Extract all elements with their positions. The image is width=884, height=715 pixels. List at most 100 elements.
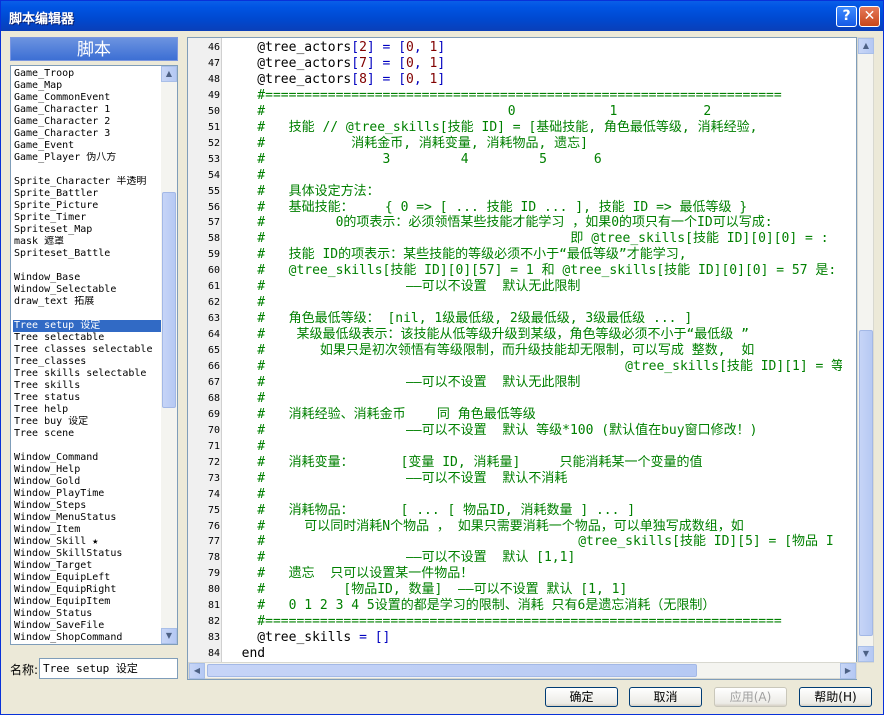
- script-list-item[interactable]: Window_Base: [13, 272, 161, 284]
- comment-line[interactable]: # 具体设定方法：: [226, 184, 379, 200]
- comment-line[interactable]: # 角色最低等级： [nil, 1级最低级, 2级最低级, 3级最低级 ... …: [226, 311, 692, 327]
- comment-line[interactable]: # ——可以不设置 默认无此限制: [226, 375, 580, 391]
- script-list-item[interactable]: Window_SaveFile: [13, 620, 161, 632]
- comment-line[interactable]: #: [226, 168, 265, 184]
- comment-line[interactable]: #: [226, 295, 265, 311]
- script-list-item[interactable]: Sprite_Battler: [13, 188, 161, 200]
- comment-line[interactable]: # 遗忘 只可以设置某一件物品！: [226, 566, 473, 582]
- editor-horizontal-scrollbar[interactable]: ◀ ▶: [188, 662, 857, 679]
- script-list-item[interactable]: draw_text 拓展: [13, 296, 161, 308]
- code-area[interactable]: @tree_actors[2] = [0, 1] @tree_actors[7]…: [222, 38, 842, 664]
- comment-line[interactable]: #: [226, 487, 265, 503]
- script-list-spacer[interactable]: [13, 260, 161, 272]
- script-list-item[interactable]: Window_Skill ★: [13, 536, 161, 548]
- comment-line[interactable]: # 消耗物品： [ ... [ 物品ID, 消耗数量 ] ... ]: [226, 503, 635, 519]
- comment-line[interactable]: #=======================================…: [226, 88, 781, 104]
- scroll-up-arrow-icon[interactable]: ▲: [161, 66, 177, 82]
- script-list-item[interactable]: Game_Character 1: [13, 104, 161, 116]
- comment-line[interactable]: # 消耗变量： [变量 ID, 消耗量] 只能消耗某一个变量的值: [226, 455, 702, 471]
- editor-horizontal-scroll-thumb[interactable]: [207, 664, 697, 677]
- script-list[interactable]: Game_Troop Game_Map Game_CommonEvent Game_C…: [10, 65, 178, 645]
- script-list-item[interactable]: Window_ShopCommand: [13, 632, 161, 644]
- code-line[interactable]: @tree_actors[2] = [0, 1]: [226, 40, 445, 56]
- script-list-item[interactable]: Sprite_Timer: [13, 212, 161, 224]
- script-list-item[interactable]: Window_MenuStatus: [13, 512, 161, 524]
- comment-line[interactable]: # 基础技能： { 0 => [ ... 技能 ID ... ], 技能 ID …: [226, 200, 747, 216]
- comment-line[interactable]: #: [226, 391, 265, 407]
- script-list-item[interactable]: Tree skills selectable: [13, 368, 161, 380]
- comment-line[interactable]: # 0 1 2: [226, 104, 711, 120]
- script-list-item[interactable]: Window_Selectable: [13, 284, 161, 296]
- help-button[interactable]: 帮助(H): [799, 687, 872, 707]
- script-list-scrollbar[interactable]: ▲ ▼: [161, 66, 177, 644]
- comment-line[interactable]: # ——可以不设置 默认无此限制: [226, 279, 580, 295]
- comment-line[interactable]: # 3 4 5 6: [226, 152, 601, 168]
- comment-line[interactable]: # @tree_skills[技能 ID][0][57] = 1 和 @tree…: [226, 263, 836, 279]
- script-list-item[interactable]: Window_Help: [13, 464, 161, 476]
- script-list-item[interactable]: Window_EquipItem: [13, 596, 161, 608]
- script-list-item[interactable]: Tree skills: [13, 380, 161, 392]
- script-list-item[interactable]: Tree scene: [13, 428, 161, 440]
- apply-button[interactable]: 应用(A): [714, 687, 787, 707]
- comment-line[interactable]: # 技能 // @tree_skills[技能 ID] = [基础技能, 角色最…: [226, 120, 757, 136]
- script-name-input[interactable]: Tree setup 设定: [39, 658, 178, 679]
- script-list-item[interactable]: mask 遮罩: [13, 236, 161, 248]
- comment-line[interactable]: # 0 1 2 3 4 5设置的都是学习的限制、消耗 只有6是遗忘消耗（无限制）: [226, 598, 715, 614]
- comment-line[interactable]: # ——可以不设置 默认 [1,1]: [226, 550, 575, 566]
- comment-line[interactable]: #=======================================…: [226, 614, 781, 630]
- script-list-scroll-thumb[interactable]: [162, 192, 176, 408]
- code-editor[interactable]: 46 47 48 49 50 51 52 53 54 55 56 57 58 59 60 61 62 63 64 65…: [187, 37, 857, 680]
- code-line[interactable]: @tree_skills = []: [226, 630, 390, 646]
- script-list-item[interactable]: Game_Map: [13, 80, 161, 92]
- script-list-item[interactable]: Window_Status: [13, 608, 161, 620]
- cancel-button[interactable]: 取消: [629, 687, 702, 707]
- script-list-item[interactable]: Game_Event: [13, 140, 161, 152]
- scroll-right-arrow-icon[interactable]: ▶: [840, 663, 856, 679]
- script-list-item[interactable]: Sprite_Picture: [13, 200, 161, 212]
- comment-line[interactable]: # 某级最低级表示：该技能从低等级升级到某级，角色等级必须不小于“最低级 ”: [226, 327, 749, 343]
- title-bar[interactable]: 脚本编辑器 ? ✕: [1, 1, 883, 31]
- script-list-item[interactable]: Window_PlayTime: [13, 488, 161, 500]
- script-list-item[interactable]: Window_EquipRight: [13, 584, 161, 596]
- close-button[interactable]: ✕: [859, 6, 880, 27]
- script-list-item[interactable]: Window_Target: [13, 560, 161, 572]
- script-list-item[interactable]: Sprite_Character 半透明: [13, 176, 161, 188]
- scroll-up-arrow-icon[interactable]: ▲: [858, 38, 874, 54]
- script-list-item[interactable]: Tree selectable: [13, 332, 161, 344]
- comment-line[interactable]: # 消耗金币, 消耗变量, 消耗物品, 遗忘]: [226, 136, 588, 152]
- code-line[interactable]: end: [226, 646, 266, 662]
- scroll-left-arrow-icon[interactable]: ◀: [189, 663, 205, 679]
- script-list-item[interactable]: Tree status: [13, 392, 161, 404]
- comment-line[interactable]: # 消耗经验、消耗金币 同 角色最低等级: [226, 407, 535, 423]
- help-title-button[interactable]: ?: [836, 6, 857, 27]
- comment-line[interactable]: # 技能 ID的项表示：某些技能的等级必须不小于“最低等级”才能学习,: [226, 247, 686, 263]
- script-list-item[interactable]: Tree classes selectable: [13, 344, 161, 356]
- script-list-item[interactable]: Window_Item: [13, 524, 161, 536]
- script-list-item[interactable]: Game_Character 2: [13, 116, 161, 128]
- editor-vertical-scrollbar[interactable]: ▲ ▼: [857, 37, 874, 663]
- script-list-item[interactable]: Game_Troop: [13, 68, 161, 80]
- comment-line[interactable]: # ——可以不设置 默认不消耗: [226, 471, 567, 487]
- script-list-spacer[interactable]: [13, 164, 161, 176]
- script-list-item[interactable]: Game_CommonEvent: [13, 92, 161, 104]
- comment-line[interactable]: #: [226, 439, 265, 455]
- comment-line[interactable]: # ——可以不设置 默认 等级*100 (默认值在buy窗口修改！): [226, 423, 757, 439]
- scroll-down-arrow-icon[interactable]: ▼: [161, 628, 177, 644]
- comment-line[interactable]: # 如果只是初次领悟有等级限制，而升级技能却无限制，可以写成 整数, 如: [226, 343, 754, 359]
- scroll-down-arrow-icon[interactable]: ▼: [858, 646, 874, 662]
- script-list-item[interactable]: Spriteset_Battle: [13, 248, 161, 260]
- script-list-item[interactable]: Game_Player 伪八方: [13, 152, 161, 164]
- script-list-item[interactable]: Window_Command: [13, 452, 161, 464]
- script-list-item[interactable]: Window_Gold: [13, 476, 161, 488]
- comment-line[interactable]: # @tree_skills[技能 ID][5] = [物品 I: [226, 534, 833, 550]
- comment-line[interactable]: # [物品ID, 数量] ——可以不设置 默认 [1, 1]: [226, 582, 627, 598]
- editor-vertical-scroll-thumb[interactable]: [859, 330, 873, 636]
- script-list-item[interactable]: Window_SkillStatus: [13, 548, 161, 560]
- script-list-item[interactable]: Tree_classes: [13, 356, 161, 368]
- script-list-item[interactable]: Game_Character 3: [13, 128, 161, 140]
- script-list-item[interactable]: Tree setup 设定: [13, 320, 161, 332]
- script-list-spacer[interactable]: [13, 308, 161, 320]
- script-list-item[interactable]: Window_EquipLeft: [13, 572, 161, 584]
- script-list-item[interactable]: Tree help: [13, 404, 161, 416]
- comment-line[interactable]: # 0的项表示：必须领悟某些技能才能学习 ，如果0的项只有一个ID可以写成:: [226, 215, 772, 231]
